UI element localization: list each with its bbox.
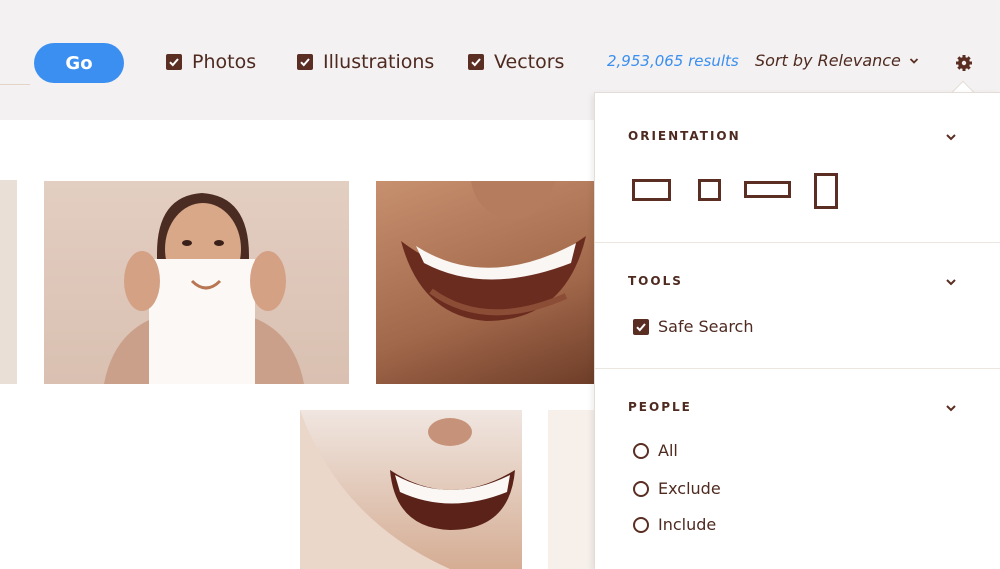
result-thumbnail[interactable] bbox=[0, 180, 17, 384]
checkbox-checked-icon[interactable] bbox=[297, 54, 313, 70]
result-thumbnail[interactable] bbox=[300, 410, 522, 569]
section-title: PEOPLE bbox=[628, 400, 692, 414]
chevron-down-icon[interactable] bbox=[945, 402, 957, 414]
go-button[interactable]: Go bbox=[34, 43, 124, 83]
checkbox-checked-icon[interactable] bbox=[633, 318, 649, 335]
result-thumbnail[interactable] bbox=[548, 410, 596, 569]
panoramic-icon[interactable] bbox=[744, 181, 791, 198]
result-thumbnail[interactable] bbox=[44, 181, 349, 384]
smiling-mouth-closeup-image bbox=[401, 181, 586, 321]
results-grid bbox=[0, 120, 596, 569]
section-title: ORIENTATION bbox=[628, 129, 741, 143]
filter-label: Vectors bbox=[494, 51, 565, 73]
square-icon[interactable] bbox=[698, 179, 721, 201]
orientation-section: ORIENTATION bbox=[595, 93, 1000, 243]
people-section: PEOPLE All Exclude Include bbox=[595, 369, 1000, 569]
tools-section: TOOLS Safe Search bbox=[595, 243, 1000, 369]
people-option-exclude[interactable]: Exclude bbox=[633, 479, 721, 498]
radio-label: All bbox=[658, 441, 678, 460]
checkbox-checked-icon[interactable] bbox=[166, 54, 182, 70]
safe-search-label: Safe Search bbox=[658, 317, 754, 336]
woman-holding-smile-paper-image bbox=[104, 193, 304, 384]
filter-vectors[interactable]: Vectors bbox=[468, 50, 564, 74]
filter-photos[interactable]: Photos bbox=[166, 50, 256, 74]
results-count: 2,953,065 results bbox=[607, 52, 739, 70]
radio-icon[interactable] bbox=[633, 480, 649, 497]
orientation-options bbox=[632, 173, 842, 209]
chevron-down-icon[interactable] bbox=[945, 276, 957, 288]
search-field-edge bbox=[0, 84, 30, 85]
radio-label: Exclude bbox=[658, 479, 721, 498]
radio-label: Include bbox=[658, 515, 717, 534]
filter-label: Illustrations bbox=[323, 51, 435, 73]
result-thumbnail[interactable] bbox=[376, 181, 596, 384]
safe-search-checkbox[interactable]: Safe Search bbox=[633, 317, 754, 336]
people-option-include[interactable]: Include bbox=[633, 515, 716, 534]
filter-panel: ORIENTATION TOOLS Safe Search PEOPLE All… bbox=[594, 92, 1000, 569]
radio-icon[interactable] bbox=[633, 442, 649, 459]
filter-illustrations[interactable]: Illustrations bbox=[297, 50, 434, 74]
filter-label: Photos bbox=[192, 51, 257, 73]
gear-icon[interactable] bbox=[954, 53, 974, 73]
sort-dropdown[interactable]: Sort by Relevance bbox=[755, 51, 919, 70]
landscape-icon[interactable] bbox=[632, 179, 671, 201]
sort-label: Sort by Relevance bbox=[755, 51, 901, 70]
chevron-down-icon[interactable] bbox=[945, 131, 957, 143]
laughing-woman-image bbox=[300, 410, 515, 569]
people-option-all[interactable]: All bbox=[633, 441, 678, 460]
radio-icon[interactable] bbox=[633, 516, 649, 533]
checkbox-checked-icon[interactable] bbox=[468, 54, 484, 70]
section-title: TOOLS bbox=[628, 274, 683, 288]
portrait-icon[interactable] bbox=[814, 173, 838, 209]
chevron-down-icon bbox=[909, 57, 919, 64]
